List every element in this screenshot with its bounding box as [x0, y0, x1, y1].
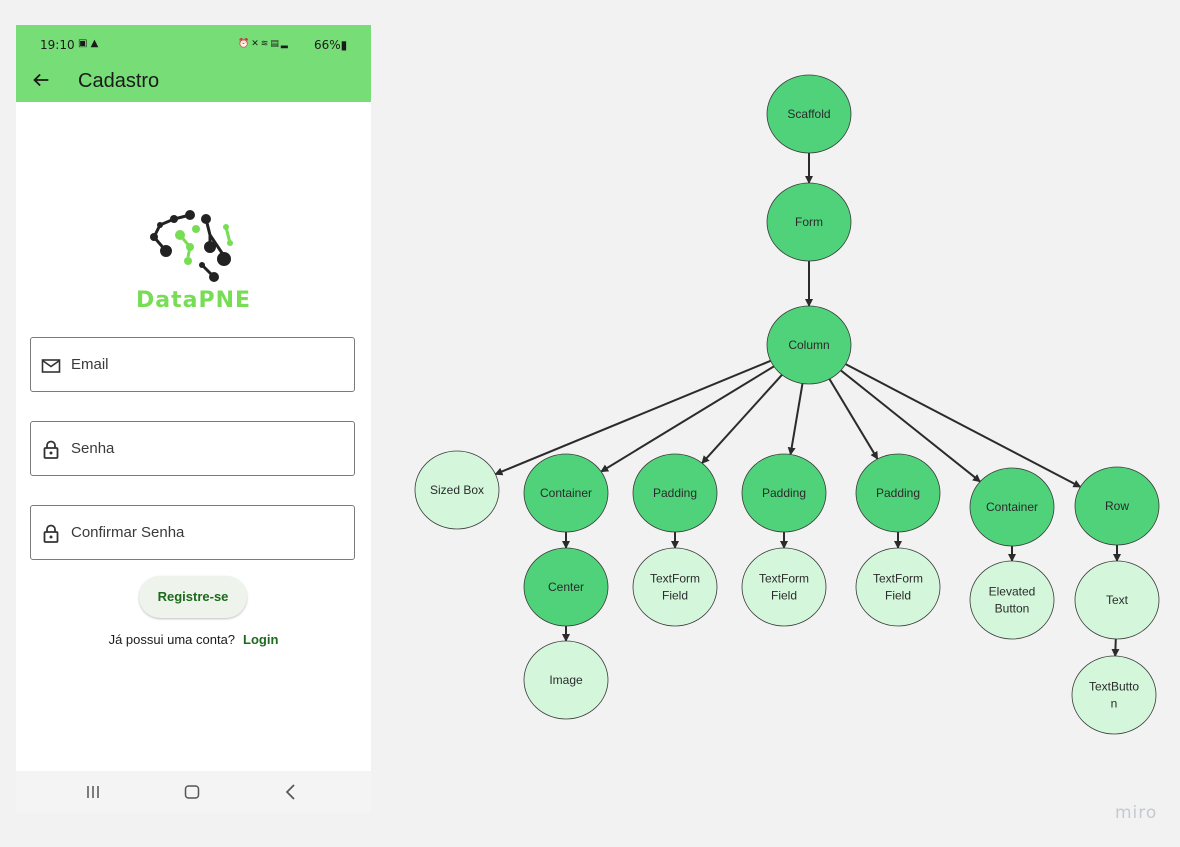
node-padding1[interactable]: Padding	[632, 453, 718, 533]
node-circle	[632, 547, 718, 627]
node-label: Scaffold	[787, 107, 830, 121]
node-form[interactable]: Form	[766, 182, 852, 262]
node-column[interactable]: Column	[766, 305, 852, 385]
miro-watermark: miro	[1115, 803, 1158, 823]
edge-column-to-padding1	[701, 374, 783, 464]
edge-column-to-padding3	[828, 378, 879, 460]
node-container1[interactable]: Container	[523, 453, 609, 533]
node-padding3[interactable]: Padding	[855, 453, 941, 533]
node-label: Padding	[653, 486, 697, 500]
node-text[interactable]: Text	[1074, 560, 1160, 640]
node-label: Text	[1106, 593, 1129, 607]
edge-column-to-padding2	[787, 383, 804, 456]
node-circle	[1071, 655, 1157, 735]
node-label: Form	[795, 215, 823, 229]
node-circle	[855, 547, 941, 627]
node-label: Container	[540, 486, 592, 500]
node-scaffold[interactable]: Scaffold	[766, 74, 852, 154]
node-tff2[interactable]: TextForm Field	[741, 547, 827, 627]
node-label: Padding	[762, 486, 806, 500]
node-textbutton[interactable]: TextButto n	[1071, 655, 1157, 735]
node-elevated[interactable]: Elevated Button	[969, 560, 1055, 640]
node-row[interactable]: Row	[1074, 466, 1160, 546]
node-circle	[969, 560, 1055, 640]
node-image[interactable]: Image	[523, 640, 609, 720]
node-label: Image	[549, 673, 583, 687]
edge-text-to-textbutton	[1111, 638, 1120, 658]
node-label: Column	[788, 338, 829, 352]
edge-column-to-sizedbox	[494, 359, 771, 476]
node-label: Container	[986, 500, 1038, 514]
widget-tree-diagram: Scaffold Form Column Sized Box Container Padd…	[414, 74, 1160, 735]
node-tff3[interactable]: TextForm Field	[855, 547, 941, 627]
node-label: Padding	[876, 486, 920, 500]
node-sizedbox[interactable]: Sized Box	[414, 450, 500, 530]
node-label: Sized Box	[430, 483, 484, 497]
node-label: Center	[548, 580, 584, 594]
node-padding2[interactable]: Padding	[741, 453, 827, 533]
node-container2[interactable]: Container	[969, 467, 1055, 547]
node-circle	[741, 547, 827, 627]
node-tff1[interactable]: TextForm Field	[632, 547, 718, 627]
node-label: Row	[1105, 499, 1129, 513]
node-center[interactable]: Center	[523, 547, 609, 627]
